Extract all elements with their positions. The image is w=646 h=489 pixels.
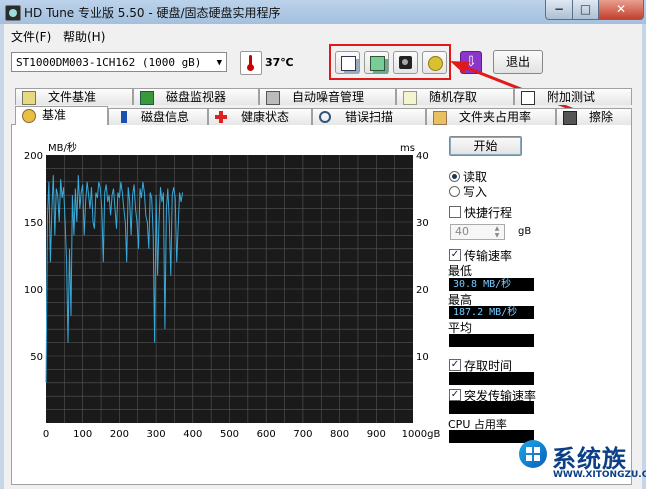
- trash-icon: [563, 111, 577, 125]
- min-label: 最低: [448, 264, 473, 278]
- windows-logo-icon: [519, 440, 547, 468]
- close-button[interactable]: ✕: [598, 0, 644, 20]
- avg-value: [449, 334, 534, 347]
- tab-disk-monitor[interactable]: 磁盘监视器: [133, 88, 259, 105]
- access-time-value: [449, 372, 534, 385]
- tab-label: 磁盘信息: [141, 110, 190, 124]
- health-cross-icon: [215, 111, 227, 123]
- y-tick-label-right: 30: [416, 218, 429, 229]
- tab-label: 基准: [42, 108, 67, 122]
- tab-erase[interactable]: 擦除: [556, 108, 632, 125]
- tab-disk-info[interactable]: 磁盘信息: [108, 108, 208, 125]
- x-tick-label: 1000gB: [402, 429, 440, 440]
- tab-label: 随机存取: [429, 90, 478, 104]
- quick-stroke-checkbox[interactable]: [449, 206, 461, 218]
- temperature-value: 37℃: [265, 56, 294, 69]
- folder-icon: [433, 111, 447, 125]
- cpu-value: [449, 430, 534, 443]
- thermometer-icon: [240, 51, 262, 75]
- watermark-url: WWW.XITONGZU.COM: [553, 470, 646, 480]
- app-icon: [5, 5, 21, 21]
- burst-rate-checkbox[interactable]: ✓: [449, 389, 461, 401]
- tab-random-access[interactable]: 随机存取: [396, 88, 514, 105]
- info-icon: [121, 111, 127, 123]
- access-time-checkbox[interactable]: ✓: [449, 359, 461, 371]
- maximize-button[interactable]: □: [572, 0, 599, 20]
- x-tick-label: 400: [183, 429, 202, 440]
- x-tick-label: 500: [220, 429, 239, 440]
- max-value: 187.2 MB/秒: [449, 306, 534, 319]
- chevron-down-icon: ▼: [216, 58, 222, 68]
- speaker-icon: [266, 91, 280, 105]
- y-tick-label-left: 100: [24, 285, 43, 296]
- disk-monitor-icon: [140, 91, 154, 105]
- menu-help[interactable]: 帮助(H): [63, 28, 105, 45]
- x-tick-label: 600: [257, 429, 276, 440]
- quick-stroke-unit: gB: [518, 226, 532, 237]
- drive-select[interactable]: ST1000DM003-1CH162 (1000 gB) ▼: [11, 52, 227, 72]
- tab-extra-tests[interactable]: 附加测试: [514, 88, 632, 105]
- x-tick-label: 800: [330, 429, 349, 440]
- tab-label: 错误扫描: [345, 110, 394, 124]
- y-tick-label-right: 20: [416, 285, 429, 296]
- window-title: HD Tune 专业版 5.50 - 硬盘/固态硬盘实用程序: [24, 6, 281, 20]
- burst-rate-value: [449, 401, 534, 414]
- read-radio[interactable]: [449, 171, 460, 182]
- tab-label: 自动噪音管理: [292, 90, 365, 104]
- write-radio[interactable]: [449, 186, 460, 197]
- tab-folder-usage[interactable]: 文件夹占用率: [426, 108, 556, 125]
- menu-file[interactable]: 文件(F): [11, 28, 51, 45]
- benchmark-icon: [22, 109, 36, 123]
- highlight-box: [329, 44, 451, 80]
- tab-noise-management[interactable]: 自动噪音管理: [259, 88, 396, 105]
- x-tick-label: 700: [293, 429, 312, 440]
- tab-label: 擦除: [589, 110, 614, 124]
- y-tick-label-right: 10: [416, 352, 429, 363]
- tab-label: 文件基准: [48, 90, 97, 104]
- x-tick-label: 200: [110, 429, 129, 440]
- x-tick-label: 900: [367, 429, 386, 440]
- transfer-rate-checkbox[interactable]: ✓: [449, 249, 461, 261]
- min-value: 30.8 MB/秒: [449, 278, 534, 291]
- tab-label: 文件夹占用率: [459, 110, 532, 124]
- y-axis-label-left: MB/秒: [48, 141, 77, 154]
- y-axis-label-right: ms: [400, 143, 415, 154]
- tab-benchmark[interactable]: 基准: [15, 106, 108, 125]
- tab-label: 健康状态: [241, 110, 290, 124]
- tab-file-benchmark[interactable]: 文件基准: [15, 88, 133, 105]
- spinner-down-icon[interactable]: ▼: [491, 232, 503, 239]
- tab-error-scan[interactable]: 错误扫描: [312, 108, 426, 125]
- y-tick-label-left: 150: [24, 218, 43, 229]
- drive-select-value: ST1000DM003-1CH162 (1000 gB): [16, 56, 202, 69]
- tab-label: 磁盘监视器: [166, 90, 227, 104]
- minimize-button[interactable]: −: [545, 0, 573, 20]
- start-button[interactable]: 开始: [449, 136, 522, 156]
- tab-health[interactable]: 健康状态: [208, 108, 312, 125]
- quick-stroke-label: 快捷行程: [464, 206, 513, 220]
- x-tick-label: 100: [73, 429, 92, 440]
- magnifier-icon: [319, 111, 331, 123]
- tab-label: 附加测试: [547, 90, 596, 104]
- write-label: 写入: [463, 185, 488, 199]
- x-tick-label: 300: [147, 429, 166, 440]
- random-access-icon: [403, 91, 417, 105]
- y-tick-label-left: 200: [24, 151, 43, 162]
- x-tick-label: 0: [43, 429, 49, 440]
- y-tick-label-right: 40: [416, 151, 429, 162]
- file-benchmark-icon: [22, 91, 36, 105]
- y-tick-label-left: 50: [30, 352, 43, 363]
- watermark-text: 系统族: [552, 445, 627, 473]
- benchmark-chart: 50100150200102030400 100 200 300 400 500 600 70…: [24, 141, 440, 440]
- extra-tests-icon: [521, 91, 535, 105]
- spinner-up-icon[interactable]: ▲: [491, 225, 503, 232]
